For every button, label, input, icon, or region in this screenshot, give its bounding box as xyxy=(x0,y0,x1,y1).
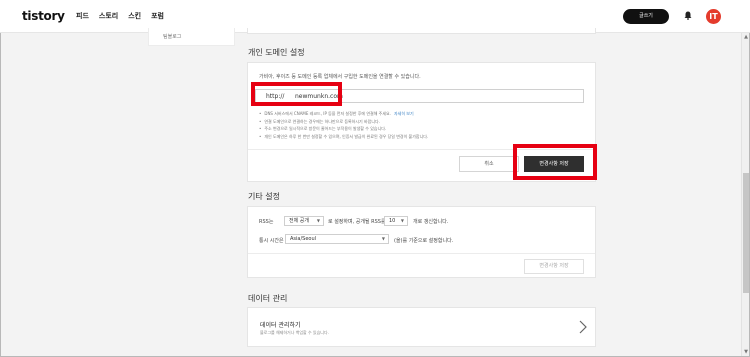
learn-more-link[interactable]: 자세히 보기 xyxy=(394,111,414,116)
rss-visibility-select[interactable]: 전체 공개 ▼ xyxy=(284,216,324,226)
timezone-select[interactable]: Asia/Seoul ▼ xyxy=(285,234,389,244)
nav-feed[interactable]: 피드 xyxy=(76,11,89,21)
chevron-right-icon[interactable] xyxy=(578,320,588,334)
etc-settings-card: RSS는 전체 공개 ▼ 로 설정하며, 공개될 RSS를 10 ▼ 개로 갱신합니… xyxy=(247,206,596,278)
highlight-domain-input xyxy=(251,82,342,106)
rss-mid-text: 로 설정하며, 공개될 RSS를 xyxy=(328,219,386,225)
note-item: 개인 도메인은 하루 한 번만 설정할 수 있으며, 인증서 발급이 완료된 경… xyxy=(259,133,428,141)
note-item: 주소 변경으로 일시적으로 방문이 줄어드는 부작용이 발생할 수 있습니다. xyxy=(259,125,428,133)
previous-card-bottom xyxy=(247,28,596,34)
sidebar-item-team-blog[interactable]: 팀블로그 xyxy=(163,33,181,40)
scroll-down-icon[interactable]: ▼ xyxy=(743,349,749,355)
rss-count-select[interactable]: 10 ▼ xyxy=(384,216,408,226)
highlight-save-button xyxy=(513,144,597,180)
chevron-down-icon: ▼ xyxy=(316,218,320,223)
write-button[interactable]: 글쓰기 xyxy=(623,9,669,24)
chevron-down-icon: ▼ xyxy=(381,236,385,241)
etc-save-button[interactable]: 변경사항 저장 xyxy=(524,259,584,274)
timezone-suffix-text: (을)를 기준으로 설정합니다. xyxy=(394,238,454,244)
nav-story[interactable]: 스토리 xyxy=(99,11,118,21)
rss-label: RSS는 xyxy=(259,219,274,225)
scrollbar-thumb[interactable] xyxy=(743,173,749,293)
timezone-label: 통시 시간은 xyxy=(259,238,284,244)
data-section-title: 데이터 관리 xyxy=(248,294,288,303)
domain-description: 가비아, 후이즈 등 도메인 등록 업체에서 구입한 도메인을 연결할 수 있습… xyxy=(259,74,421,80)
bell-icon[interactable] xyxy=(684,11,692,20)
cancel-button[interactable]: 취소 xyxy=(459,156,519,172)
note-item: 연결 도메인으로 연결하는 경우에는 하나만으로 등록하시기 바랍니다. xyxy=(259,118,428,126)
sidebar-menu: 팀블로그 xyxy=(148,28,235,46)
note-item: DNS 서버스에서 CNAME 레코드, IP 등을 먼저 설정한 후에 연결해… xyxy=(259,110,428,118)
card-divider xyxy=(248,253,595,254)
domain-section-title: 개인 도메인 설정 xyxy=(248,48,305,57)
data-management-card[interactable]: 데이터 관리하기 블로그를 해제하거나 백업할 수 있습니다. xyxy=(247,307,596,347)
avatar[interactable]: IT xyxy=(706,9,721,24)
domain-notes: DNS 서버스에서 CNAME 레코드, IP 등을 먼저 설정한 후에 연결해… xyxy=(259,110,428,140)
page-scrollbar[interactable]: ▲ ▼ xyxy=(741,33,749,356)
nav-skin[interactable]: 스킨 xyxy=(128,11,141,21)
tistory-logo[interactable]: tistory xyxy=(22,9,65,23)
data-manage-title: 데이터 관리하기 xyxy=(260,322,301,329)
scroll-up-icon[interactable]: ▲ xyxy=(743,34,749,40)
etc-section-title: 기타 설정 xyxy=(248,192,280,201)
chevron-down-icon: ▼ xyxy=(400,218,404,223)
data-manage-subtitle: 블로그를 해제하거나 백업할 수 있습니다. xyxy=(260,330,329,335)
rss-suffix-text: 개로 갱신합니다. xyxy=(413,219,449,225)
nav-forum[interactable]: 포럼 xyxy=(151,11,164,21)
main-nav: 피드 스토리 스킨 포럼 xyxy=(76,11,164,21)
